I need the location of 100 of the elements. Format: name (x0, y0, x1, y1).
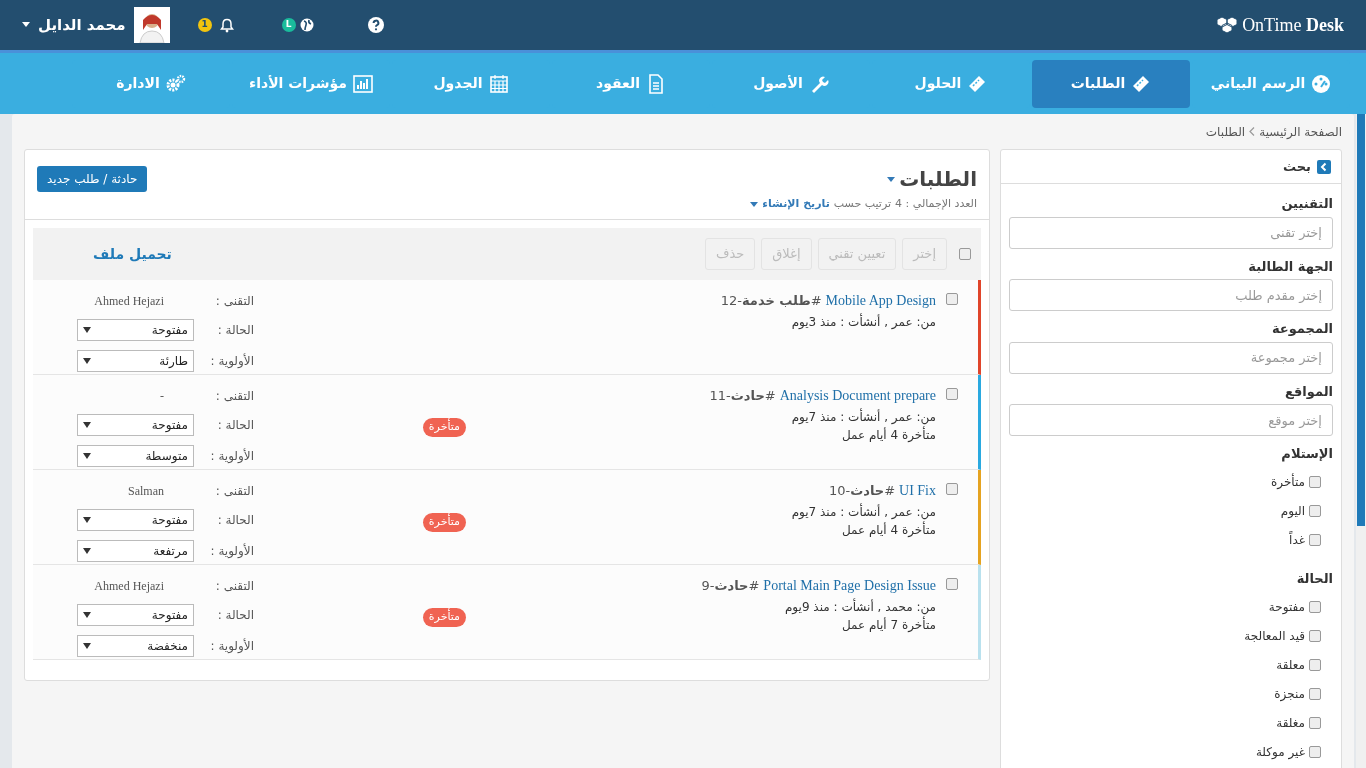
caret-icon (83, 547, 91, 554)
dropdown[interactable]: مرتفعة (77, 539, 194, 562)
caret-icon[interactable] (750, 201, 759, 207)
panel-title: بحث (1283, 157, 1311, 176)
checkbox-label: منجزة (1274, 685, 1305, 703)
late-note: متأخرة 7 أيام عمل (840, 616, 936, 634)
checkbox-label: اليوم (1280, 503, 1305, 520)
filter-label: الحالة (1295, 569, 1333, 588)
late-note: متأخرة 4 أيام عمل (840, 426, 936, 444)
filter-label: الجهة الطالبة (1247, 257, 1333, 276)
checkbox-label: مفتوحة (1268, 598, 1305, 616)
user-name[interactable]: محمد الدايل (38, 13, 126, 37)
caret-icon (83, 642, 91, 649)
scrollbar-thumb[interactable] (1357, 114, 1365, 526)
caret-icon (83, 327, 91, 333)
chevron-icon[interactable] (1317, 159, 1331, 174)
breadcrumb-link[interactable]: الصفحة الرئيسية (1259, 122, 1342, 141)
field-label: التقنى : (214, 483, 254, 501)
globe-icon[interactable] (299, 18, 314, 32)
ticket-meta: من: عمر , أنشأت : منذ 7يوم (790, 408, 936, 426)
ticket-link[interactable]: Analysis Document prepare (779, 385, 936, 406)
caret-icon (83, 517, 91, 523)
checkbox[interactable] (1309, 505, 1321, 517)
technician-name: - (159, 388, 165, 406)
checkbox[interactable] (946, 578, 958, 590)
checkbox-label: معلقة (1276, 656, 1305, 674)
checkbox[interactable] (1309, 534, 1321, 546)
dropdown[interactable]: متوسطة (77, 444, 194, 467)
filter-input[interactable]: إختر مقدم طلب (1009, 279, 1333, 311)
help-icon[interactable] (367, 17, 384, 33)
upload-file-link[interactable]: تحميل ملف (93, 243, 172, 265)
technician-name: Ahmed Hejazi (93, 293, 165, 311)
page-title: الطلبات (899, 166, 977, 193)
ticket-meta: من: عمر , أنشأت : منذ 7يوم (790, 503, 936, 521)
filter-input[interactable]: إختر تقنى (1009, 216, 1333, 249)
ticket-meta: من: محمد , أنشأت : منذ 9يوم (783, 598, 936, 616)
checkbox[interactable] (1309, 629, 1321, 642)
new-ticket-button[interactable]: حادثة / طلب جديد (37, 166, 148, 192)
dropdown[interactable]: مفتوحة (77, 509, 194, 531)
total-count: العدد الإجمالي : 4 (895, 196, 977, 212)
caret-icon[interactable] (887, 176, 896, 182)
field-label: التقنى : (214, 293, 254, 311)
gears-icon (165, 73, 186, 94)
cubes-icon (1216, 16, 1239, 34)
filter-label: المجموعة (1270, 320, 1333, 338)
ticket-link[interactable]: Mobile App Design (825, 290, 936, 311)
app-logo[interactable]: OnTime Desk (1242, 11, 1344, 39)
late-note: متأخرة 4 أيام عمل (840, 521, 936, 539)
caret-icon (83, 422, 91, 428)
gauge-icon (1311, 73, 1332, 94)
sort-link[interactable]: تاريخ الإنشاء (762, 196, 830, 213)
checkbox-label: مغلقة (1276, 714, 1305, 732)
checkbox[interactable] (1309, 600, 1321, 613)
checkbox[interactable] (1309, 745, 1321, 758)
nav-tab[interactable]: الطلبات (1032, 59, 1190, 108)
checkbox-label: غير موكلة (1255, 743, 1305, 761)
ticket-link[interactable]: UI Fix (899, 480, 936, 501)
filter-input[interactable]: إختر مجموعة (1009, 341, 1333, 374)
checkbox[interactable] (946, 293, 958, 305)
ticket-icon (967, 73, 988, 94)
checkbox-label: غداً (1289, 531, 1305, 549)
dropdown[interactable]: طارئة (77, 349, 194, 372)
caret-icon[interactable] (22, 22, 30, 28)
caret-icon (83, 612, 91, 618)
dropdown[interactable]: مفتوحة (77, 319, 194, 341)
late-badge: متأخرة (422, 512, 466, 532)
field-label: الحالة : (216, 512, 254, 529)
notification-badge: 1 (197, 18, 212, 32)
breadcrumb-current: الطلبات (1205, 123, 1246, 141)
checkbox[interactable] (1309, 658, 1321, 671)
checkbox[interactable] (946, 483, 958, 495)
chevron-icon (1249, 127, 1256, 136)
filter-label: الإستلام (1280, 445, 1333, 464)
filter-label: المواقع (1283, 382, 1333, 401)
dropdown[interactable]: مفتوحة (77, 604, 194, 626)
language-badge: L (281, 18, 296, 32)
field-label: الأولوية : (209, 352, 254, 370)
select-all-checkbox[interactable] (959, 248, 971, 260)
filter-input[interactable]: إختر موقع (1009, 404, 1333, 436)
bell-icon[interactable] (219, 17, 234, 33)
dropdown[interactable]: مفتوحة (77, 414, 194, 436)
ticket-link[interactable]: Portal Main Page Design Issue (763, 575, 936, 596)
field-label: الأولوية : (209, 542, 254, 560)
checkbox[interactable] (1309, 476, 1321, 488)
sort-label: ترتيب حسب (833, 196, 892, 212)
late-badge: متأخرة (422, 417, 466, 437)
field-label: الحالة : (216, 322, 254, 339)
checkbox[interactable] (1309, 716, 1321, 729)
bar-chart-icon (353, 73, 373, 94)
field-label: الحالة : (216, 417, 254, 434)
dropdown[interactable]: منخفضة (77, 634, 194, 657)
filter-label: التقنيين (1280, 195, 1333, 213)
caret-icon (83, 452, 91, 459)
caret-icon (83, 357, 91, 364)
checkbox-label: قيد المعالجة (1244, 627, 1305, 645)
checkbox[interactable] (946, 388, 958, 400)
checkbox[interactable] (1309, 687, 1321, 700)
field-label: الأولوية : (209, 447, 254, 465)
field-label: الأولوية : (209, 637, 254, 655)
checkbox-label: متأخرة (1270, 473, 1305, 491)
